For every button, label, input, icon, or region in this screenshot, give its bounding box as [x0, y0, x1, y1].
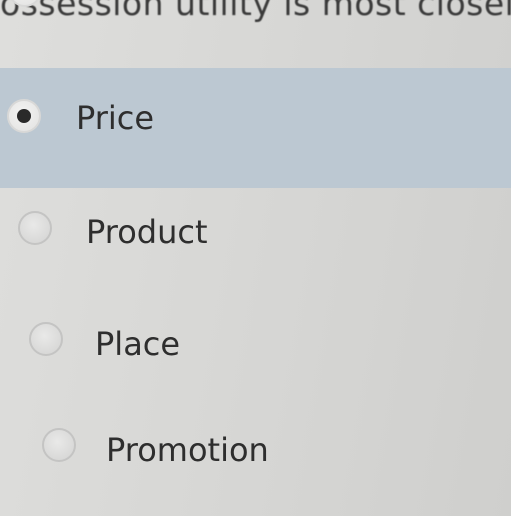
- option-label-promotion: Promotion: [106, 431, 269, 469]
- option-product[interactable]: [0, 195, 511, 275]
- radio-place[interactable]: [29, 322, 63, 356]
- option-label-price: Price: [76, 99, 155, 137]
- quiz-page: ossession utility is most closely r Pric…: [0, 0, 511, 516]
- radio-promotion[interactable]: [42, 428, 76, 462]
- radio-price[interactable]: [7, 99, 41, 133]
- question-text: ossession utility is most closely r: [0, 0, 511, 23]
- radio-product[interactable]: [18, 211, 52, 245]
- option-place[interactable]: [0, 300, 511, 385]
- option-label-product: Product: [86, 213, 208, 251]
- radio-selected-dot-icon: [17, 109, 31, 123]
- option-label-place: Place: [95, 325, 181, 363]
